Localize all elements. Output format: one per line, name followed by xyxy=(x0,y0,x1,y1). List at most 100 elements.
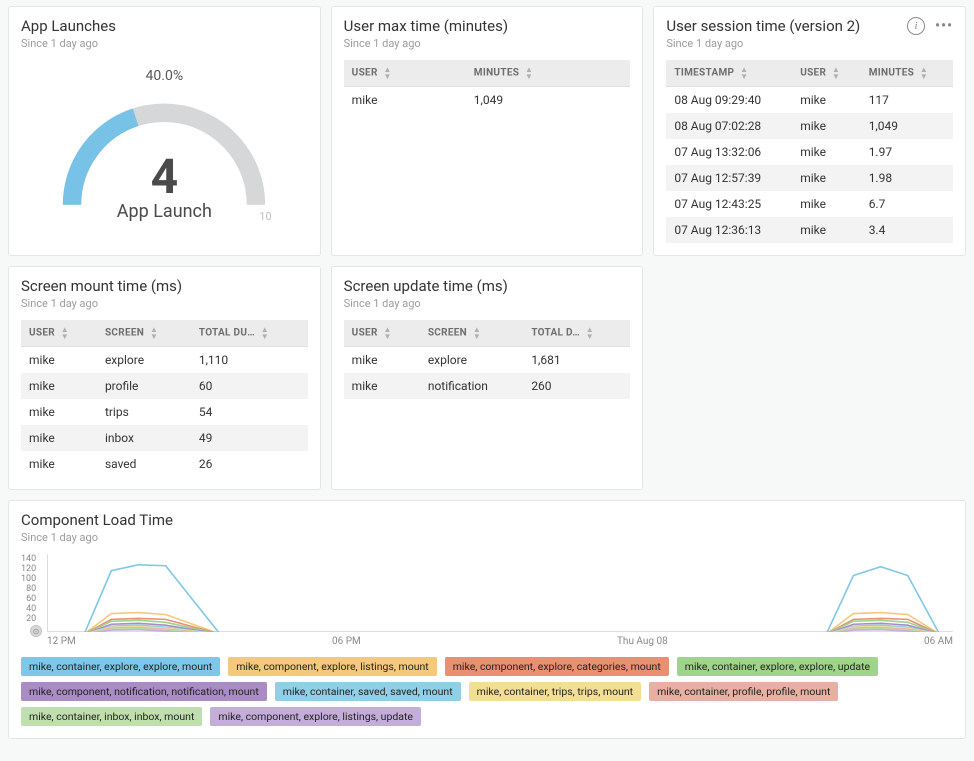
table-cell: 49 xyxy=(191,425,308,451)
table-row: mikesaved26 xyxy=(21,451,308,477)
y-tick: 100 xyxy=(21,574,36,584)
chart-origin-icon: ⊙ xyxy=(30,625,42,637)
table-cell: 26 xyxy=(191,451,308,477)
table-screen-update-time: USER ▲▼SCREEN ▲▼TOTAL D… ▲▼ mikeexplore1… xyxy=(344,320,631,399)
info-icon[interactable]: i xyxy=(905,15,927,37)
table-cell: 6.7 xyxy=(861,191,953,217)
panel-screen-update-time: Screen update time (ms) Since 1 day ago … xyxy=(331,266,644,490)
table-cell: 3.4 xyxy=(861,217,953,243)
table-row: mikenotification260 xyxy=(344,373,631,399)
gauge-percent: 40.0% xyxy=(146,68,184,84)
table-user-session-time: TIMESTAMP ▲▼USER ▲▼MINUTES ▲▼ 08 Aug 09:… xyxy=(666,60,953,243)
legend-item[interactable]: mike, component, notification, notificat… xyxy=(21,682,267,701)
column-header[interactable]: USER ▲▼ xyxy=(792,60,861,87)
panel-user-session-time: i ••• User session time (version 2) Sinc… xyxy=(653,6,966,256)
table-row: 08 Aug 09:29:40mike117 xyxy=(666,87,953,114)
table-row: 07 Aug 13:32:06mike1.97 xyxy=(666,139,953,165)
table-cell: mike xyxy=(792,191,861,217)
table-row: 08 Aug 07:02:28mike1,049 xyxy=(666,113,953,139)
column-header[interactable]: SCREEN ▲▼ xyxy=(97,320,191,347)
panel-subtitle: Since 1 day ago xyxy=(21,37,308,50)
gauge-value: 4 xyxy=(151,148,179,205)
table-cell: 1,681 xyxy=(523,347,630,374)
panel-subtitle: Since 1 day ago xyxy=(21,297,308,310)
table-cell: 07 Aug 13:32:06 xyxy=(666,139,792,165)
panel-title: Screen mount time (ms) xyxy=(21,277,308,295)
y-tick: 20 xyxy=(21,614,36,624)
column-header[interactable]: USER ▲▼ xyxy=(21,320,97,347)
table-cell: 07 Aug 12:36:13 xyxy=(666,217,792,243)
table-cell: 54 xyxy=(191,399,308,425)
table-cell: 1.98 xyxy=(861,165,953,191)
panel-subtitle: Since 1 day ago xyxy=(21,531,953,544)
table-cell: mike xyxy=(21,373,97,399)
y-tick: 40 xyxy=(21,604,36,614)
legend-item[interactable]: mike, container, trips, trips, mount xyxy=(469,682,641,701)
panel-title: App Launches xyxy=(21,17,308,35)
table-row: mikeinbox49 xyxy=(21,425,308,451)
table-cell: 08 Aug 07:02:28 xyxy=(666,113,792,139)
column-header[interactable]: SCREEN ▲▼ xyxy=(420,320,524,347)
legend-item[interactable]: mike, container, saved, saved, mount xyxy=(275,682,461,701)
table-row: 07 Aug 12:57:39mike1.98 xyxy=(666,165,953,191)
y-tick: 140 xyxy=(21,554,36,564)
column-header[interactable]: TOTAL DU… ▲▼ xyxy=(191,320,308,347)
column-header[interactable]: TOTAL D… ▲▼ xyxy=(523,320,630,347)
table-row: mikeprofile60 xyxy=(21,373,308,399)
table-cell: mike xyxy=(344,347,420,374)
table-cell: 07 Aug 12:43:25 xyxy=(666,191,792,217)
panel-component-load-time: Component Load Time Since 1 day ago 1401… xyxy=(8,500,966,739)
table-row: 07 Aug 12:36:13mike3.4 xyxy=(666,217,953,243)
table-cell: inbox xyxy=(97,425,191,451)
panel-subtitle: Since 1 day ago xyxy=(344,297,631,310)
table-cell: 1,049 xyxy=(861,113,953,139)
chart-legend: mike, container, explore, explore, mount… xyxy=(21,657,953,726)
column-header[interactable]: MINUTES ▲▼ xyxy=(861,60,953,87)
y-tick: 120 xyxy=(21,564,36,574)
chart-area: 14012010080604020 ⊙ 12 PM06 PMThu Aug 08… xyxy=(21,554,953,647)
table-cell: notification xyxy=(420,373,524,399)
table-cell: mike xyxy=(21,451,97,477)
table-cell: mike xyxy=(792,87,861,114)
gauge-label: App Launch xyxy=(117,201,212,222)
line-chart: ⊙ xyxy=(47,554,953,632)
legend-item[interactable]: mike, component, explore, categories, mo… xyxy=(445,657,669,676)
table-cell: saved xyxy=(97,451,191,477)
table-cell: explore xyxy=(420,347,524,374)
legend-item[interactable]: mike, component, explore, listings, moun… xyxy=(228,657,437,676)
table-cell: mike xyxy=(344,87,466,114)
panel-subtitle: Since 1 day ago xyxy=(666,37,953,50)
table-row: mikeexplore1,110 xyxy=(21,347,308,374)
legend-item[interactable]: mike, container, inbox, inbox, mount xyxy=(21,707,202,726)
table-cell: 260 xyxy=(523,373,630,399)
table-cell: mike xyxy=(21,425,97,451)
legend-item[interactable]: mike, container, explore, explore, updat… xyxy=(677,657,878,676)
table-cell: profile xyxy=(97,373,191,399)
table-cell: mike xyxy=(792,113,861,139)
column-header[interactable]: USER ▲▼ xyxy=(344,320,420,347)
table-row: mike1,049 xyxy=(344,87,631,114)
column-header[interactable]: TIMESTAMP ▲▼ xyxy=(666,60,792,87)
table-cell: 117 xyxy=(861,87,953,114)
table-cell: 07 Aug 12:57:39 xyxy=(666,165,792,191)
table-cell: 1,049 xyxy=(466,87,631,114)
legend-item[interactable]: mike, container, explore, explore, mount xyxy=(21,657,220,676)
panel-title: Screen update time (ms) xyxy=(344,277,631,295)
column-header[interactable]: MINUTES ▲▼ xyxy=(466,60,631,87)
x-tick: Thu Aug 08 xyxy=(617,636,668,647)
table-row: 07 Aug 12:43:25mike6.7 xyxy=(666,191,953,217)
table-cell: 08 Aug 09:29:40 xyxy=(666,87,792,114)
legend-item[interactable]: mike, container, profile, profile, mount xyxy=(649,682,838,701)
column-header[interactable]: USER ▲▼ xyxy=(344,60,466,87)
legend-item[interactable]: mike, component, explore, listings, upda… xyxy=(210,707,421,726)
table-cell: 1,110 xyxy=(191,347,308,374)
panel-title: User max time (minutes) xyxy=(344,17,631,35)
more-icon[interactable]: ••• xyxy=(933,15,955,37)
gauge-max: 10 xyxy=(259,210,271,223)
table-cell: trips xyxy=(97,399,191,425)
table-row: mikeexplore1,681 xyxy=(344,347,631,374)
panel-subtitle: Since 1 day ago xyxy=(344,37,631,50)
table-cell: mike xyxy=(344,373,420,399)
x-tick: 06 PM xyxy=(332,636,361,647)
panel-screen-mount-time: Screen mount time (ms) Since 1 day ago U… xyxy=(8,266,321,490)
